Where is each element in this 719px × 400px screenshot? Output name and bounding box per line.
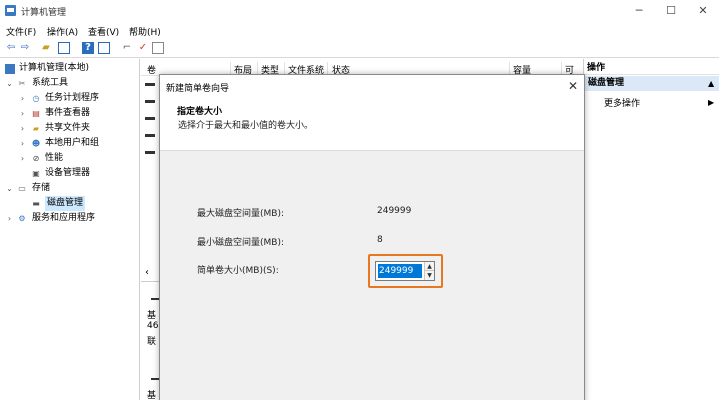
clock-icon: ◷ (32, 94, 40, 103)
tree-item-local-users[interactable]: › ☻ 本地用户和组 (0, 136, 140, 151)
window-icon[interactable] (152, 42, 164, 54)
chevron-down-icon[interactable]: ⌄ (5, 76, 14, 91)
dialog-header: 指定卷大小 选择介于最大和最小值的卷大小。 (160, 97, 584, 151)
tools-icon: ✂ (18, 79, 26, 88)
back-icon[interactable]: ⇦ (5, 42, 17, 54)
volume-size-stepper[interactable]: ▲ ▼ (375, 261, 435, 281)
dialog-title: 新建简单卷向导 (166, 84, 230, 94)
event-log-icon: ▤ (32, 109, 40, 118)
disk-icon: ▬ (32, 199, 40, 208)
volume-row-marker[interactable] (145, 134, 155, 137)
disk-info-line: 基 (147, 391, 157, 400)
menu-view[interactable]: 查看(V) (88, 25, 119, 38)
computer-icon (5, 64, 15, 74)
help-icon[interactable]: ? (82, 42, 94, 54)
tree-item-event-viewer[interactable]: › ▤ 事件查看器 (0, 106, 140, 121)
close-button[interactable]: ✕ (687, 0, 719, 22)
dialog-subheading: 选择介于最大和最小值的卷大小。 (178, 121, 314, 131)
title-bar: 计算机管理 ─ ☐ ✕ (0, 0, 719, 22)
min-size-label: 最小磁盘空间量(MB): (197, 238, 284, 248)
checklist-icon[interactable]: ✓ (137, 42, 149, 54)
divider (141, 281, 159, 282)
volume-size-input[interactable] (378, 264, 422, 278)
users-icon: ☻ (31, 139, 41, 148)
disk-info-line: 基 (147, 311, 157, 321)
tree-item-performance[interactable]: › ⊘ 性能 (0, 151, 140, 166)
tree-item-task-scheduler[interactable]: › ◷ 任务计划程序 (0, 91, 140, 106)
dialog-close-button[interactable]: ✕ (564, 77, 582, 95)
column-volume[interactable]: 卷 (147, 63, 156, 76)
tree-item-storage[interactable]: ⌄ ▭ 存储 (0, 181, 140, 196)
chevron-right-icon[interactable]: › (18, 136, 27, 151)
volume-row-marker[interactable] (145, 151, 155, 154)
forward-icon[interactable]: ⇨ (19, 42, 31, 54)
maximize-button[interactable]: ☐ (655, 0, 687, 22)
collapse-up-icon[interactable]: ▲ (708, 76, 714, 91)
storage-icon: ▭ (18, 184, 26, 193)
actions-pane: 操作 磁盘管理 ▲ 更多操作 ▶ (583, 59, 719, 400)
tree-item-disk-management[interactable]: ▬ 磁盘管理 (0, 196, 140, 211)
menu-file[interactable]: 文件(F) (6, 25, 36, 38)
computer-management-icon (5, 5, 16, 16)
minimize-button[interactable]: ─ (623, 0, 655, 22)
performance-icon: ⊘ (32, 154, 40, 163)
spin-up-icon[interactable]: ▲ (424, 262, 434, 271)
min-size-value: 8 (377, 235, 383, 245)
menu-action[interactable]: 操作(A) (47, 25, 78, 38)
disk-info-line: 46 (147, 321, 159, 331)
volume-size-label: 简单卷大小(MB)(S): (197, 266, 279, 276)
chevron-right-icon[interactable]: › (5, 211, 14, 226)
services-icon: ⚙ (18, 214, 26, 223)
chevron-right-icon[interactable]: › (18, 91, 27, 106)
disk-row-marker (151, 378, 159, 380)
chevron-right-icon[interactable]: › (18, 106, 27, 121)
volume-row-marker[interactable] (145, 83, 155, 86)
volume-row-marker[interactable] (145, 117, 155, 120)
dialog-title-bar: 新建简单卷向导 ✕ (160, 75, 584, 97)
tree-item-root[interactable]: 计算机管理(本地) (0, 61, 140, 76)
menu-bar: 文件(F) 操作(A) 查看(V) 帮助(H) (0, 22, 719, 38)
actions-header: 操作 (584, 62, 719, 75)
actions-section-disk-management[interactable]: 磁盘管理 ▲ (584, 76, 719, 91)
toolbar: ⇦ ⇨ ▰ ? ⌐ ✓ (0, 38, 719, 58)
properties-icon[interactable] (98, 42, 110, 54)
spin-down-icon[interactable]: ▼ (424, 271, 434, 280)
chevron-down-icon[interactable]: ⌄ (5, 181, 14, 196)
chevron-right-icon[interactable]: › (18, 151, 27, 166)
tree-item-system-tools[interactable]: ⌄ ✂ 系统工具 (0, 76, 140, 91)
dialog-heading: 指定卷大小 (177, 107, 223, 117)
tree-item-services-apps[interactable]: › ⚙ 服务和应用程序 (0, 211, 140, 226)
window-title: 计算机管理 (21, 8, 67, 18)
connect-icon[interactable]: ⌐ (121, 42, 133, 54)
show-hide-tree-icon[interactable] (58, 42, 70, 54)
up-folder-icon[interactable]: ▰ (40, 42, 52, 54)
max-size-label: 最大磁盘空间量(MB): (197, 209, 284, 219)
device-manager-icon: ▣ (32, 169, 40, 178)
disk-info-line: 联 (147, 337, 157, 347)
tree-item-device-manager[interactable]: ▣ 设备管理器 (0, 166, 140, 181)
disk-row-marker (151, 298, 159, 300)
navigation-tree: 计算机管理(本地) ⌄ ✂ 系统工具 › ◷ 任务计划程序 › ▤ 事件查看器 … (0, 59, 140, 400)
new-simple-volume-wizard: 新建简单卷向导 ✕ 指定卷大小 选择介于最大和最小值的卷大小。 最大磁盘空间量(… (159, 74, 585, 400)
chevron-right-icon[interactable]: › (18, 121, 27, 136)
tree-item-shared-folders[interactable]: › ▰ 共享文件夹 (0, 121, 140, 136)
shared-folder-icon: ▰ (32, 124, 40, 133)
scroll-left-arrow[interactable]: ‹ (145, 267, 149, 278)
max-size-value: 249999 (377, 206, 412, 216)
more-actions-item[interactable]: 更多操作 (604, 96, 640, 109)
submenu-arrow-icon[interactable]: ▶ (708, 98, 714, 107)
volume-row-marker[interactable] (145, 100, 155, 103)
menu-help[interactable]: 帮助(H) (129, 25, 161, 38)
